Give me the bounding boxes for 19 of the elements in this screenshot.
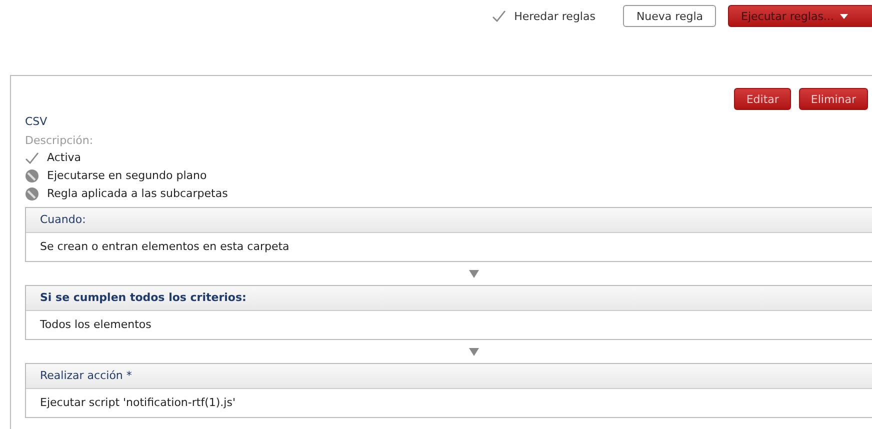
rule-name: CSV [25, 115, 48, 128]
section-header: Cuando: [26, 208, 872, 233]
section-value: Ejecutar script 'notification-rtf(1).js' [39, 395, 236, 411]
section-value: Se crean o entran elementos en esta carpeta [39, 239, 290, 255]
rule-flag-label: Activa [47, 151, 81, 164]
new-rule-button[interactable]: Nueva regla [623, 5, 716, 27]
section-header: Si se cumplen todos los criterios: [26, 286, 872, 311]
rule-action-button[interactable]: Editar [734, 88, 791, 110]
arrow-down-icon [468, 270, 478, 278]
rule-flag-label: Regla aplicada a las subcarpetas [47, 187, 228, 200]
section-header: Realizar acción * [26, 364, 872, 389]
description-label: Descripción: [25, 134, 94, 147]
caret-icon [840, 14, 848, 18]
rule-action-button[interactable]: Eliminar [798, 88, 868, 110]
arrow-down-icon [468, 348, 478, 356]
section-value: Todos los elementos [39, 317, 152, 333]
inherit-rules-toggle[interactable]: Heredar reglas [514, 10, 596, 22]
rule-flag-label: Ejecutarse en segundo plano [47, 169, 207, 182]
run-rules-button[interactable]: Ejecutar reglas... [728, 5, 872, 27]
